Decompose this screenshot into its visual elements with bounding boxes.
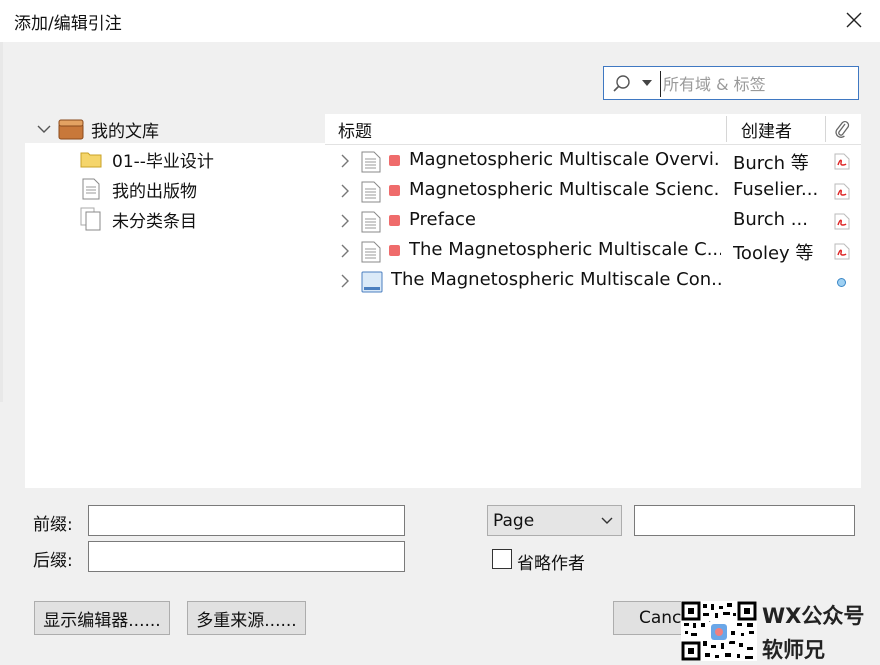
column-header-attachments[interactable]: [834, 114, 856, 144]
locator-field[interactable]: [634, 505, 855, 536]
column-header-label: 标题: [338, 121, 372, 142]
library-tree: 我的文库 01--毕业设计 我的出版物 未分类条目: [25, 114, 325, 488]
close-icon: [846, 12, 862, 28]
table-row[interactable]: The Magnetospheric Multiscale C... Toole…: [325, 236, 861, 266]
item-title: Magnetospheric Multiscale Overvi...: [409, 149, 721, 170]
omit-author-label: 省略作者: [517, 554, 585, 574]
table-row[interactable]: Magnetospheric Multiscale Scienc... Fuse…: [325, 176, 861, 206]
locator-select-value: Page: [493, 511, 535, 531]
table-row[interactable]: Magnetospheric Multiscale Overvi... Burc…: [325, 146, 861, 176]
search-icon[interactable]: [612, 74, 632, 94]
search-input[interactable]: [660, 71, 855, 97]
column-header-creator[interactable]: 创建者: [741, 114, 821, 144]
tree-item-collection[interactable]: 01--毕业设计: [80, 145, 214, 173]
pdf-icon[interactable]: [834, 213, 850, 230]
header-divider: [325, 144, 861, 145]
journal-article-icon: [361, 151, 381, 173]
chevron-down-icon: [601, 517, 613, 524]
chevron-right-icon[interactable]: [341, 214, 350, 228]
item-creator: Tooley 等: [733, 243, 814, 264]
search-box[interactable]: [603, 66, 859, 100]
qr-code-image: [681, 601, 757, 661]
cancel-button-label: Canc: [639, 608, 682, 628]
journal-article-icon: [361, 211, 381, 233]
tree-item-label: 我的出版物: [112, 181, 197, 202]
title-bar: 添加/编辑引注: [0, 0, 880, 42]
search-mode-dropdown-icon[interactable]: [642, 80, 652, 87]
pdf-icon[interactable]: [834, 183, 850, 200]
pdf-icon[interactable]: [834, 243, 850, 260]
chevron-right-icon[interactable]: [341, 154, 350, 168]
item-creator: Fuselier...: [733, 179, 819, 200]
suffix-label: 后缀:: [33, 551, 73, 571]
chevron-right-icon[interactable]: [341, 244, 350, 258]
tree-item-unfiled[interactable]: 未分类条目: [80, 205, 197, 233]
items-table: 标题 创建者 Magnetospheric Multiscale Overvi.…: [325, 114, 861, 488]
tree-item-label: 我的文库: [91, 121, 159, 142]
locator-select[interactable]: Page: [487, 505, 622, 536]
book-icon: [361, 271, 383, 293]
color-tag: [389, 155, 400, 166]
color-tag: [389, 215, 400, 226]
column-separator[interactable]: [825, 116, 826, 142]
tree-item-my-library[interactable]: 我的文库: [37, 115, 159, 143]
prefix-label: 前缀:: [33, 515, 73, 535]
unfiled-documents-icon: [80, 207, 101, 231]
chevron-right-icon[interactable]: [341, 274, 350, 288]
column-header-title[interactable]: 标题: [338, 114, 718, 144]
paperclip-icon: [835, 120, 850, 138]
multiple-sources-button-label: 多重来源......: [196, 610, 297, 631]
close-button[interactable]: [832, 0, 876, 40]
watermark-line1: WX公众号: [762, 604, 865, 628]
item-title: The Magnetospheric Multiscale C...: [409, 239, 721, 260]
column-separator[interactable]: [726, 116, 727, 142]
tree-item-label: 未分类条目: [112, 211, 197, 232]
table-row[interactable]: Preface Burch ...: [325, 206, 861, 236]
item-creator: Burch ...: [733, 209, 808, 230]
color-tag: [389, 185, 400, 196]
color-tag: [389, 245, 400, 256]
item-creator: Burch 等: [733, 153, 809, 174]
chevron-down-icon[interactable]: [37, 124, 51, 134]
dot-icon[interactable]: [836, 277, 847, 288]
item-title: Preface: [409, 209, 476, 230]
item-title: The Magnetospheric Multiscale Con...: [391, 269, 721, 290]
omit-author-checkbox[interactable]: [492, 549, 512, 569]
journal-article-icon: [361, 241, 381, 263]
journal-article-icon: [361, 181, 381, 203]
table-row[interactable]: The Magnetospheric Multiscale Con...: [325, 266, 861, 296]
window-title: 添加/编辑引注: [14, 14, 122, 34]
chevron-right-icon[interactable]: [341, 184, 350, 198]
library-box-icon: [58, 119, 84, 140]
tree-item-my-publications[interactable]: 我的出版物: [80, 175, 197, 203]
window-edge: [0, 42, 3, 402]
watermark-line2: 软师兄: [762, 638, 825, 662]
suffix-field[interactable]: [88, 541, 405, 572]
pdf-icon[interactable]: [834, 153, 850, 170]
item-title: Magnetospheric Multiscale Scienc...: [409, 179, 721, 200]
document-icon: [82, 178, 100, 200]
tree-item-label: 01--毕业设计: [112, 151, 214, 172]
multiple-sources-button[interactable]: 多重来源......: [187, 601, 306, 635]
show-editor-button-label: 显示编辑器......: [43, 610, 161, 631]
show-editor-button[interactable]: 显示编辑器......: [34, 601, 170, 635]
qr-code-icon: [681, 601, 757, 661]
prefix-field[interactable]: [88, 505, 405, 536]
column-header-label: 创建者: [741, 121, 792, 142]
folder-icon: [80, 152, 102, 168]
